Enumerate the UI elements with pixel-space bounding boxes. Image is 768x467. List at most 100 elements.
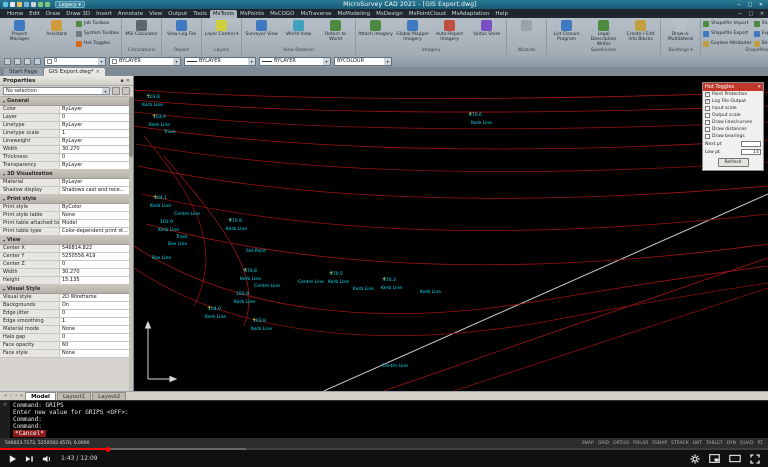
ribbon-tab-mspoints[interactable]: MsPoints [237, 10, 267, 18]
play-icon[interactable] [8, 454, 17, 464]
video-scrubber-handle[interactable] [106, 447, 111, 452]
ribbon-tab-mspointcloud[interactable]: MsPointCloud [406, 10, 449, 18]
undo-icon[interactable] [38, 2, 43, 7]
checkbox-icon[interactable] [705, 120, 710, 125]
hot-toggles-close-icon[interactable]: ✕ [757, 85, 761, 90]
layout-tab-layout1[interactable]: Layout1 [57, 392, 91, 400]
layout-tab-layout2[interactable]: Layout2 [92, 392, 126, 400]
ribbon-button-surveyor-view[interactable]: Surveyor View [244, 19, 279, 37]
hot-toggle-log-file-output[interactable]: ✓Log File Output [703, 98, 763, 105]
status-toggle-rt[interactable]: RT [757, 441, 763, 446]
properties-scrollbar[interactable] [129, 97, 133, 391]
ribbon-button-msi-calculator[interactable]: MSI Calculator [124, 19, 159, 37]
document-tab-start-page[interactable]: Start Page [4, 68, 43, 76]
ribbon-tab-mscogo[interactable]: MsCOGO [267, 10, 297, 18]
ribbon-button-assistant[interactable]: Assistant [39, 19, 74, 37]
property-value[interactable]: 546814.822 [60, 245, 133, 252]
linetype-combo[interactable]: BYLAYER▾ [184, 57, 256, 66]
redo-icon[interactable] [45, 2, 50, 7]
ribbon-button-create-edit-info-blocks[interactable]: Create / Edit Info Blocks [623, 19, 658, 42]
ribbon-button-wizards[interactable] [509, 19, 544, 32]
refresh-button[interactable]: Refresh [718, 158, 749, 167]
hot-toggle-point-protection[interactable]: ✓Point Protection [703, 91, 763, 98]
doc-minimize-button[interactable]: ─ [736, 11, 744, 17]
property-value[interactable]: Shadows cast and rece... [60, 187, 133, 194]
hot-toggles-titlebar[interactable]: Hot Toggles ✕ [703, 83, 763, 91]
layout-nav-icon[interactable]: ‹ [9, 393, 13, 399]
ribbon-button-job-toolbox[interactable]: Job Toolbox [76, 19, 119, 28]
ribbon-tab-tools[interactable]: Tools [190, 10, 210, 18]
ribbon-button-shapefile-modify[interactable]: Shapefile Modify [754, 19, 768, 28]
miniplayer-icon[interactable] [709, 454, 720, 463]
ribbon-button-hot-toggles[interactable]: Hot Toggles [76, 39, 119, 48]
select-entities-icon[interactable] [122, 87, 130, 95]
ribbon-tab-help[interactable]: Help [492, 10, 511, 18]
ribbon-button-shapefile-import[interactable]: Shapefile Import [703, 19, 752, 28]
property-value[interactable]: 5250556.419 [60, 253, 133, 260]
settings-gear-icon[interactable] [690, 454, 700, 464]
ribbon-button-draw-a-multilateral[interactable]: Draw-a-Multilateral [663, 19, 698, 42]
new-file-icon[interactable] [10, 2, 15, 7]
hot-field-input[interactable] [741, 141, 761, 147]
property-value[interactable]: 0 [60, 334, 133, 341]
doc-restore-button[interactable]: □ [747, 11, 755, 17]
ribbon-button-shapefile-export[interactable]: Shapefile Export [703, 29, 752, 38]
ribbon-tab-insert[interactable]: Insert [93, 10, 115, 18]
command-history[interactable]: Command: GRIPSEnter new value for GRIPS … [10, 401, 768, 438]
minimize-button[interactable]: ─ [735, 2, 743, 8]
next-video-icon[interactable] [25, 454, 34, 464]
video-progress-bar[interactable] [0, 448, 768, 450]
ribbon-button-view-log-file[interactable]: View Log File [164, 19, 199, 37]
color-combo[interactable]: BYLAYER▾ [109, 57, 181, 66]
property-value[interactable]: 30.270 [60, 269, 133, 276]
command-input[interactable]: *Cancel* [13, 430, 46, 437]
hot-toggle-input-scale[interactable]: Input scale [703, 105, 763, 112]
property-value[interactable]: None [60, 350, 133, 357]
property-value[interactable]: None [60, 326, 133, 333]
layout-tab-model[interactable]: Model [25, 392, 56, 400]
property-value[interactable]: None [60, 212, 133, 219]
theater-mode-icon[interactable] [729, 454, 741, 463]
ribbon-button-world-view[interactable]: World View [281, 19, 316, 37]
status-toggle-snap[interactable]: SNAP [582, 441, 594, 446]
hot-toggle-draw-lines-curves[interactable]: Draw lines/curves [703, 119, 763, 126]
layer-isolate-icon[interactable] [34, 58, 41, 65]
layer-states-icon[interactable] [24, 58, 31, 65]
maximize-button[interactable]: □ [746, 2, 754, 8]
ribbon-tab-msadaptation[interactable]: MsAdaptation [449, 10, 493, 18]
properties-section-general[interactable]: ▾General [0, 97, 133, 106]
volume-icon[interactable] [42, 454, 53, 464]
hot-field-input[interactable]: 14 [741, 149, 761, 155]
open-file-icon[interactable] [17, 2, 22, 7]
checkbox-icon[interactable] [705, 134, 710, 139]
fullscreen-icon[interactable] [750, 454, 760, 464]
property-value[interactable]: 1 [60, 130, 133, 137]
ribbon-tab-home[interactable]: Home [4, 10, 26, 18]
checkbox-icon[interactable] [705, 127, 710, 132]
ribbon-button-project-manager[interactable]: Project Manager [2, 19, 37, 42]
checkbox-icon[interactable]: ✓ [705, 92, 710, 97]
property-value[interactable]: ByLayer [60, 106, 133, 113]
layout-nav-icon[interactable]: › [14, 393, 18, 399]
hot-toggle-output-scale[interactable]: Output scale [703, 112, 763, 119]
ribbon-tab-edit[interactable]: Edit [26, 10, 43, 18]
command-gutter[interactable]: ≡ [0, 401, 10, 438]
property-value[interactable]: ByLayer [60, 179, 133, 186]
status-toggle-tablet[interactable]: TABLET [706, 441, 723, 446]
status-toggle-grid[interactable]: GRID [598, 441, 609, 446]
property-value[interactable]: Model [60, 220, 133, 227]
workspace-dropdown[interactable]: Legacy ▾ [55, 1, 85, 8]
ribbon-button-export-attribute-table[interactable]: Export Attribute Table [754, 29, 768, 38]
ribbon-button-auto-report-imagery[interactable]: Auto-Report Imagery [432, 19, 467, 42]
ribbon-button-legal-description-writer[interactable]: Legal Description Writer [586, 19, 621, 47]
property-value[interactable]: 2D Wireframe [60, 294, 133, 301]
ribbon-button-layer-control[interactable]: Layer Control ▾ [204, 19, 239, 37]
selection-dropdown[interactable]: No selection ▾ [3, 87, 110, 95]
ribbon-tab-output[interactable]: Output [165, 10, 190, 18]
ribbon-tab-mstraverse[interactable]: MsTraverse [298, 10, 335, 18]
hot-toggle-draw-distances[interactable]: Draw distances [703, 126, 763, 133]
print-icon[interactable] [31, 2, 36, 7]
property-value[interactable]: ByLayer [60, 122, 133, 129]
property-value[interactable]: 15.135 [60, 277, 133, 284]
status-toggle-esnap[interactable]: ESNAP [652, 441, 667, 446]
